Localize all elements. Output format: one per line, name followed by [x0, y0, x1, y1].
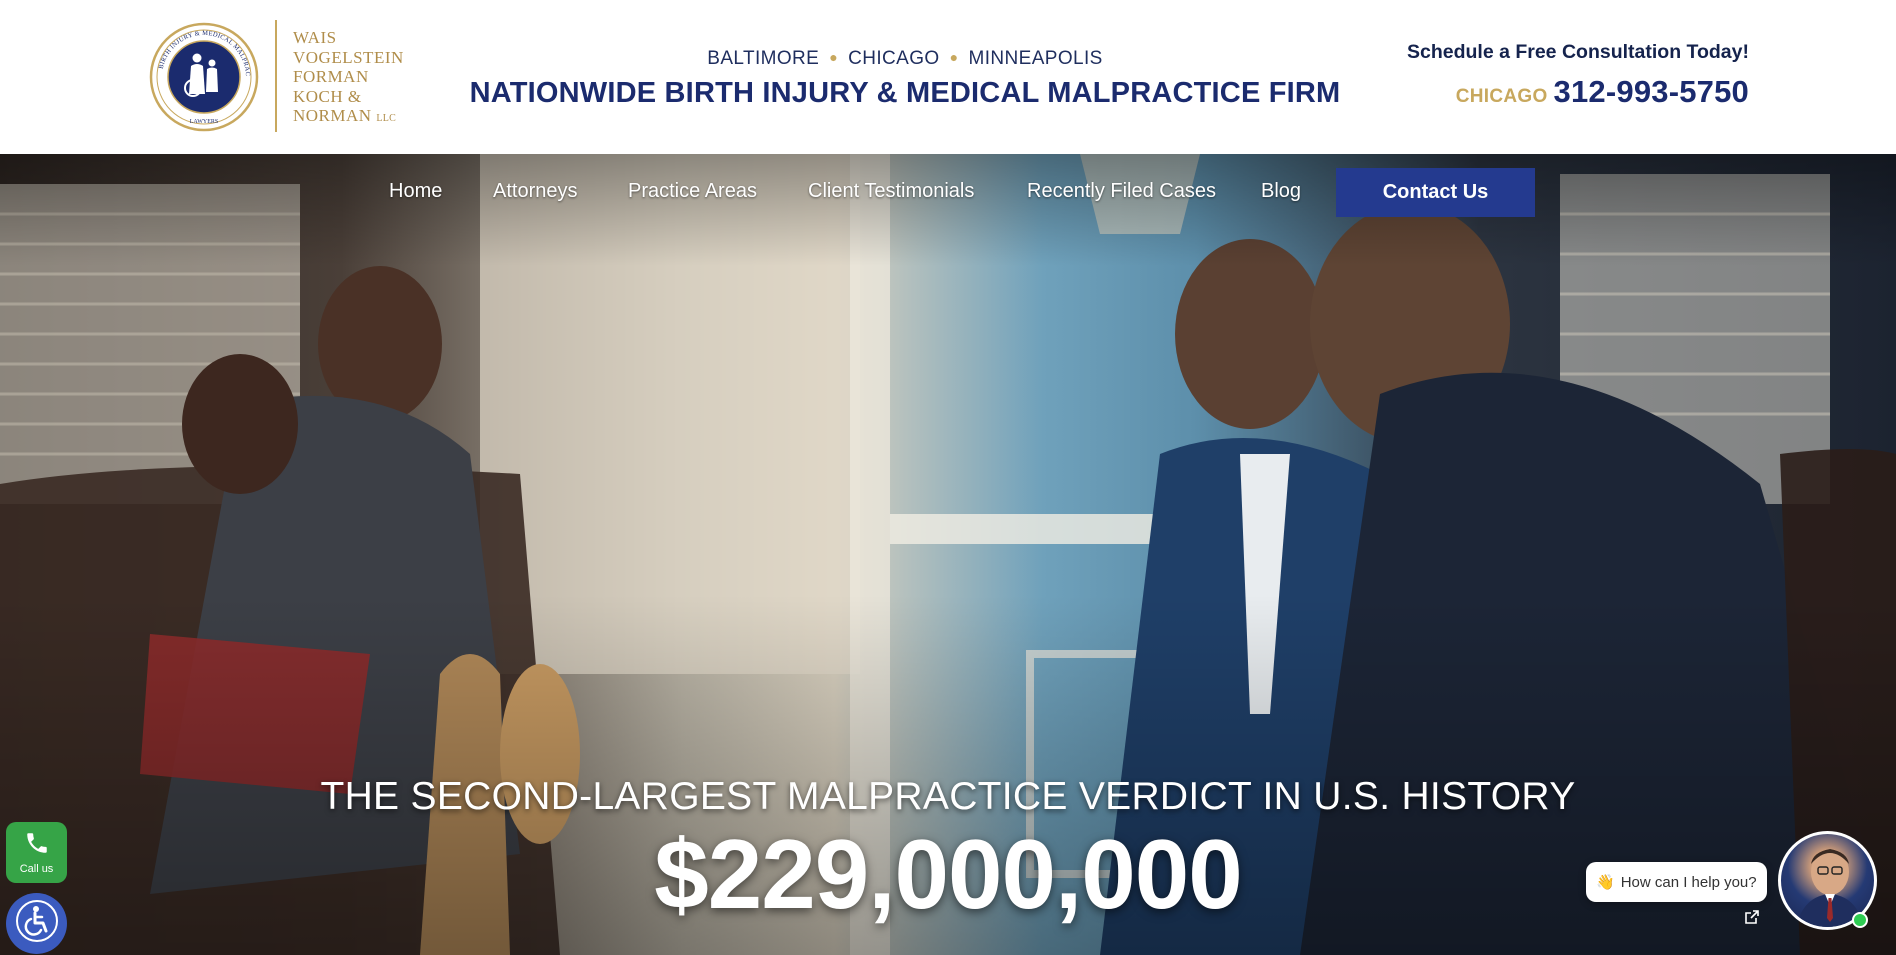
logo-llc: LLC — [376, 113, 397, 124]
logo-line-1: WAIS — [293, 28, 337, 47]
call-us-button[interactable]: Call us — [6, 822, 67, 883]
phone-contact[interactable]: CHICAGO 312-993-5750 — [1456, 74, 1749, 110]
call-us-label: Call us — [19, 863, 54, 875]
verdict-headline: THE SECOND-LARGEST MALPRACTICE VERDICT I… — [320, 775, 1576, 818]
nav-attorneys[interactable]: Attorneys — [493, 180, 577, 203]
chat-prompt-text: How can I help you? — [1620, 873, 1757, 891]
online-status-indicator — [1852, 912, 1868, 928]
nav-home[interactable]: Home — [389, 180, 442, 203]
nav-recently-filed-cases[interactable]: Recently Filed Cases — [1027, 180, 1216, 203]
site-header: BIRTH INJURY & MEDICAL MALPRACTICE LAWYE… — [0, 0, 1896, 154]
schedule-consultation-text: Schedule a Free Consultation Today! — [1406, 41, 1749, 63]
phone-city-label: CHICAGO — [1455, 86, 1548, 107]
city-separator-dot: ● — [949, 49, 959, 65]
nav-blog[interactable]: Blog — [1261, 180, 1301, 203]
seal-bottom-text: LAWYERS — [190, 119, 219, 125]
wheelchair-icon — [15, 899, 59, 948]
city-separator-dot: ● — [829, 49, 839, 65]
contact-us-button[interactable]: Contact Us — [1336, 168, 1535, 217]
city-chicago: CHICAGO — [848, 48, 940, 69]
city-baltimore: BALTIMORE — [707, 48, 820, 69]
nav-practice-areas[interactable]: Practice Areas — [628, 180, 757, 203]
phone-icon — [24, 830, 50, 861]
main-navigation: Home Attorneys Practice Areas Client Tes… — [0, 168, 1896, 218]
phone-number-link[interactable]: 312-993-5750 — [1554, 74, 1749, 109]
open-external-icon[interactable] — [1744, 909, 1760, 925]
accessibility-button[interactable] — [6, 893, 67, 954]
chat-prompt-bubble[interactable]: 👋 How can I help you? — [1586, 862, 1767, 902]
city-minneapolis: MINNEAPOLIS — [968, 48, 1103, 69]
waving-hand-icon: 👋 — [1596, 874, 1615, 891]
logo-divider — [275, 20, 277, 132]
nav-client-testimonials[interactable]: Client Testimonials — [808, 180, 974, 203]
